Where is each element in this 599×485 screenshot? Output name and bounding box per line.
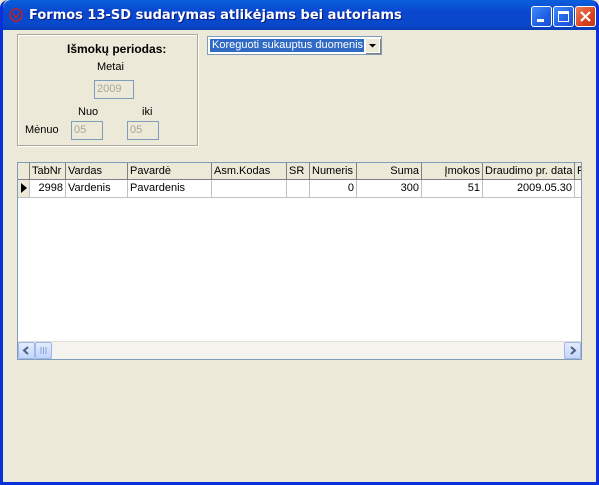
col-header-numeris[interactable]: Numeris bbox=[310, 163, 357, 180]
row-indicator-header bbox=[18, 163, 30, 180]
table-cell-p[interactable] bbox=[575, 180, 581, 198]
scroll-thumb[interactable] bbox=[35, 342, 52, 359]
title-bar[interactable]: Formos 13-SD sudarymas atlikėjams bei au… bbox=[3, 0, 596, 30]
month-label: Mėnuo bbox=[25, 124, 59, 136]
col-header-vardas[interactable]: Vardas bbox=[66, 163, 128, 180]
table-cell-pavarde[interactable]: Pavardenis bbox=[128, 180, 212, 198]
col-header-p[interactable]: P bbox=[575, 163, 581, 180]
close-button[interactable] bbox=[575, 6, 596, 27]
col-header-pavarde[interactable]: Pavardė bbox=[128, 163, 212, 180]
col-header-imokos[interactable]: Įmokos bbox=[422, 163, 483, 180]
minimize-button[interactable] bbox=[531, 6, 552, 27]
data-grid[interactable]: TabNr Vardas Pavardė Asm.Kodas SR Numeri… bbox=[17, 162, 582, 360]
col-header-tabnr[interactable]: TabNr bbox=[30, 163, 66, 180]
table-cell-numeris[interactable]: 0 bbox=[310, 180, 357, 198]
mode-select-dropdown-button[interactable] bbox=[365, 38, 380, 53]
chevron-right-icon bbox=[570, 346, 577, 355]
scroll-right-button[interactable] bbox=[564, 342, 581, 359]
current-row-arrow-icon bbox=[21, 183, 27, 193]
col-header-asm-kodas[interactable]: Asm.Kodas bbox=[212, 163, 287, 180]
grip-icon bbox=[40, 347, 47, 354]
chevron-left-icon bbox=[22, 346, 29, 355]
year-label: Metai bbox=[97, 61, 124, 73]
month-to-field[interactable]: 05 bbox=[127, 121, 159, 140]
app-icon bbox=[9, 8, 23, 22]
mode-select-value: Koreguoti sukauptus duomenis bbox=[210, 39, 364, 52]
horizontal-scrollbar[interactable] bbox=[18, 341, 581, 359]
col-header-draudimo-data[interactable]: Draudimo pr. data bbox=[483, 163, 575, 180]
table-cell-suma[interactable]: 300 bbox=[357, 180, 422, 198]
maximize-button[interactable] bbox=[553, 6, 574, 27]
window-title: Formos 13-SD sudarymas atlikėjams bei au… bbox=[29, 8, 402, 23]
close-icon bbox=[580, 11, 591, 22]
table-cell-tabnr[interactable]: 2998 bbox=[30, 180, 66, 198]
to-label: iki bbox=[142, 106, 153, 118]
mode-select[interactable]: Koreguoti sukauptus duomenis bbox=[207, 36, 382, 55]
chevron-down-icon bbox=[369, 44, 376, 48]
table-cell-draudimo-data[interactable]: 2009.05.30 bbox=[483, 180, 575, 198]
period-heading: Išmokų periodas: bbox=[67, 42, 167, 56]
maximize-icon bbox=[558, 11, 569, 22]
main-window: Formos 13-SD sudarymas atlikėjams bei au… bbox=[0, 0, 599, 485]
from-label: Nuo bbox=[78, 106, 99, 118]
scroll-left-button[interactable] bbox=[18, 342, 35, 359]
table-cell-sr[interactable] bbox=[287, 180, 310, 198]
table-cell-imokos[interactable]: 51 bbox=[422, 180, 483, 198]
row-indicator[interactable] bbox=[18, 180, 30, 198]
col-header-sr[interactable]: SR bbox=[287, 163, 310, 180]
table-cell-vardas[interactable]: Vardenis bbox=[66, 180, 128, 198]
col-header-suma[interactable]: Suma bbox=[357, 163, 422, 180]
year-field[interactable]: 2009 bbox=[94, 80, 134, 99]
month-from-field[interactable]: 05 bbox=[71, 121, 103, 140]
minimize-icon bbox=[537, 19, 544, 22]
table-cell-asm-kodas[interactable] bbox=[212, 180, 287, 198]
